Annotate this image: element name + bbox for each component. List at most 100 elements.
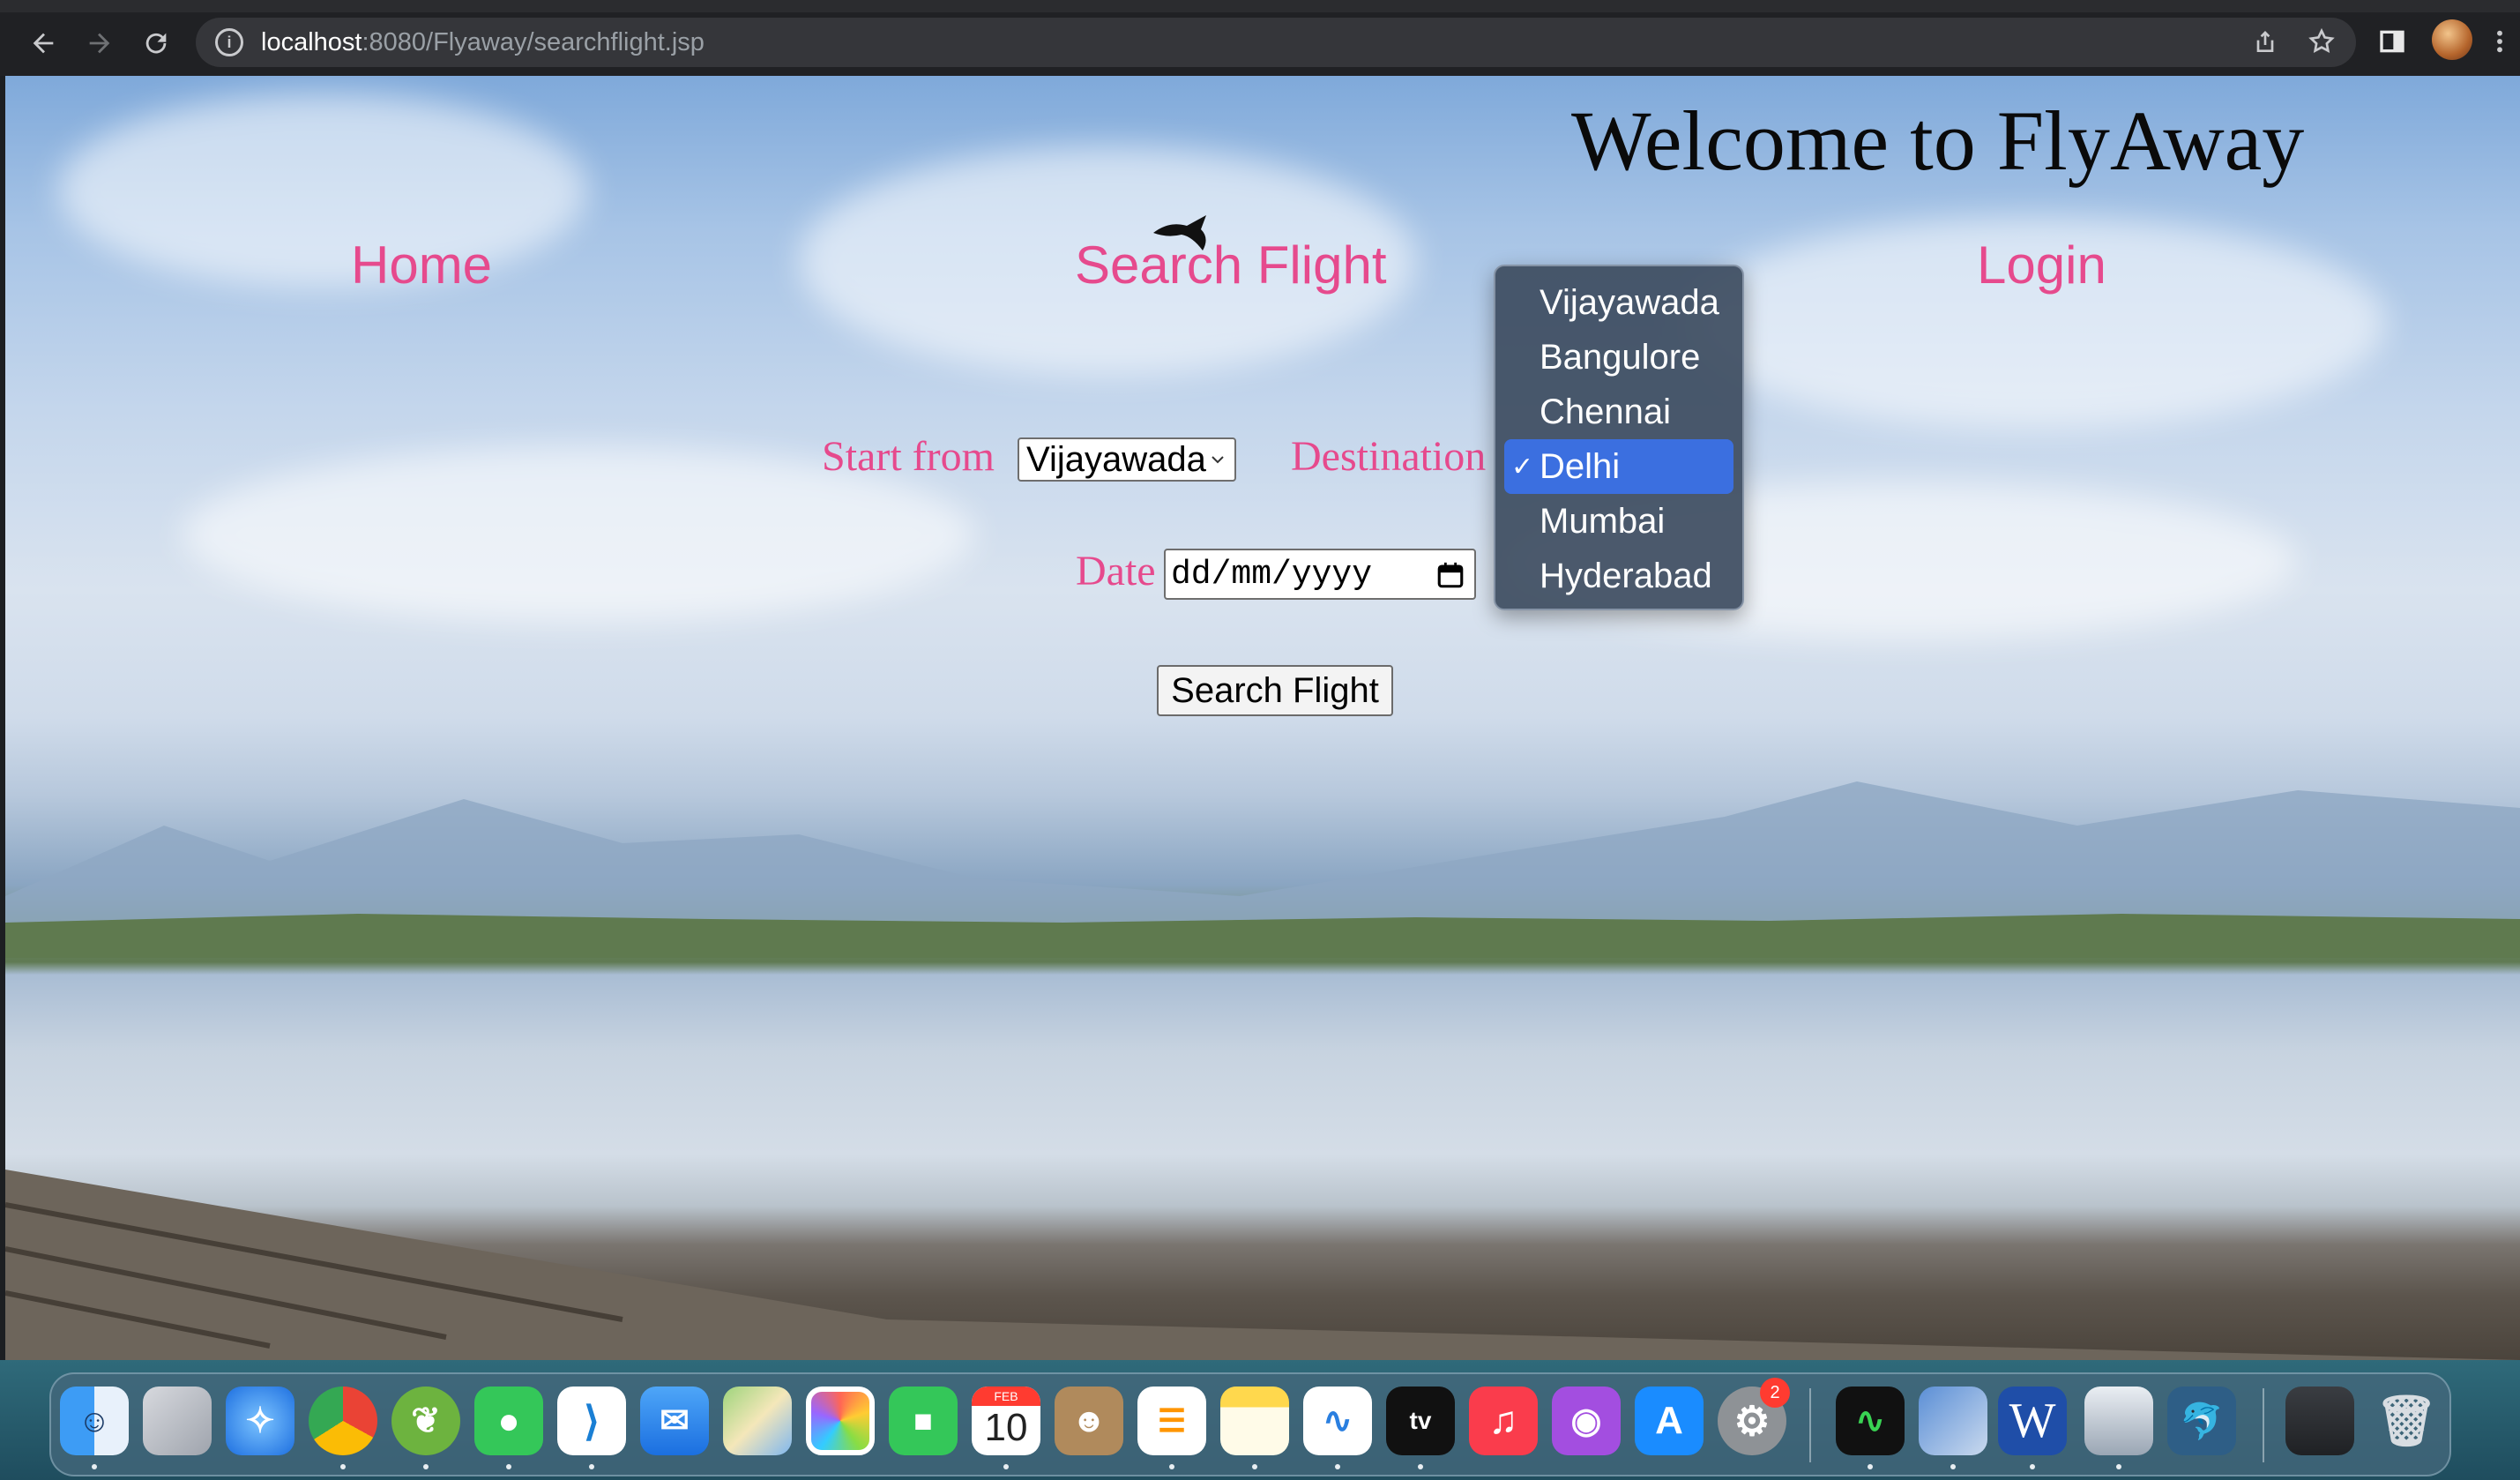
reload-icon (145, 33, 167, 54)
side-panel-icon (2380, 30, 2404, 53)
dropdown-option-selected[interactable]: ✓ Delhi (1504, 439, 1733, 494)
check-icon: ✓ (1511, 452, 1534, 482)
dropdown-option[interactable]: Vijayawada (1504, 275, 1733, 330)
site-info-icon[interactable]: i (215, 28, 243, 56)
arrow-left-icon (33, 33, 54, 54)
downloads-stack-icon[interactable] (2285, 1387, 2354, 1455)
running-indicator (2030, 1464, 2035, 1469)
preview-icon[interactable] (1919, 1387, 1987, 1455)
running-indicator (423, 1464, 429, 1469)
facetime-icon[interactable]: ■ (889, 1387, 958, 1455)
forward-button[interactable] (78, 21, 122, 65)
wooden-deck (5, 1170, 2520, 1360)
running-indicator (1252, 1464, 1257, 1469)
mysql-workbench-icon[interactable]: 🐬 (2167, 1387, 2236, 1455)
tv-label: tv (1409, 1407, 1432, 1434)
apple-tv-icon[interactable]: tv (1386, 1387, 1455, 1455)
reminders-icon[interactable]: ☰ (1137, 1387, 1206, 1455)
music-icon[interactable]: ♫ (1469, 1387, 1538, 1455)
nav-login-link[interactable]: Login (1977, 235, 2106, 295)
disk-utility-icon[interactable] (2084, 1387, 2153, 1455)
vscode-icon[interactable]: ⟩ (557, 1387, 626, 1455)
destination-dropdown[interactable]: Vijayawada Bangulore Chennai ✓ Delhi Mumb… (1494, 265, 1744, 610)
running-indicator (92, 1464, 97, 1469)
arrow-right-icon (89, 33, 110, 54)
podcasts-icon[interactable]: ◉ (1552, 1387, 1621, 1455)
address-bar[interactable]: i localhost:8080/Flyaway/searchflight.js… (196, 18, 2356, 67)
dock-separator (2263, 1388, 2264, 1462)
app-store-icon[interactable]: A (1635, 1387, 1704, 1455)
dropdown-option[interactable]: Chennai (1504, 385, 1733, 439)
side-panel-button[interactable] (2372, 21, 2412, 62)
trash-icon[interactable]: 🗑 (2372, 1387, 2441, 1455)
calendar-app-icon[interactable]: FEB 10 (972, 1387, 1040, 1455)
date-placeholder: dd/mm/yyyy (1171, 555, 1373, 594)
profile-avatar[interactable] (2432, 19, 2472, 60)
activity-monitor-icon[interactable]: ∿ (1836, 1387, 1905, 1455)
running-indicator (1003, 1464, 1009, 1469)
spring-tool-icon[interactable]: ❦ (391, 1387, 460, 1455)
menu-button[interactable] (2486, 21, 2513, 62)
browser-toolbar: i localhost:8080/Flyaway/searchflight.js… (0, 0, 2520, 76)
url-host: localhost (261, 27, 362, 56)
start-from-select[interactable]: Vijayawada (1018, 437, 1236, 482)
start-from-label: Start from (822, 433, 995, 480)
photos-icon[interactable] (806, 1387, 875, 1455)
running-indicator (1169, 1464, 1174, 1469)
running-indicator (1950, 1464, 1956, 1469)
dropdown-option[interactable]: Hyderabad (1504, 549, 1733, 603)
bookmark-button[interactable] (2301, 21, 2342, 62)
running-indicator (340, 1464, 346, 1469)
share-button[interactable] (2245, 21, 2285, 62)
web-page: Welcome to FlyAway Home Search Flight Lo… (5, 76, 2520, 1360)
running-indicator (1335, 1464, 1340, 1469)
date-label: Date (1076, 548, 1156, 594)
notes-icon[interactable] (1220, 1387, 1289, 1455)
running-indicator (589, 1464, 594, 1469)
calendar-icon[interactable] (1435, 560, 1465, 590)
nav-search-flight-link[interactable]: Search Flight (1075, 235, 1387, 295)
cloud (58, 93, 587, 288)
chevron-down-icon (1212, 456, 1224, 464)
finder-icon[interactable]: ☺ (60, 1387, 129, 1455)
freeform-icon[interactable]: ∿ (1303, 1387, 1372, 1455)
reload-button[interactable] (134, 21, 178, 65)
share-icon (2256, 31, 2274, 52)
launchpad-icon[interactable] (143, 1387, 212, 1455)
word-icon[interactable]: W (1998, 1387, 2067, 1455)
destination-label: Destination (1291, 433, 1487, 480)
running-indicator (1418, 1464, 1423, 1469)
date-field[interactable]: dd/mm/yyyy (1164, 549, 1476, 600)
mountains-silhouette (5, 781, 2520, 958)
kebab-menu-icon (2497, 30, 2502, 53)
contacts-icon[interactable]: ☻ (1055, 1387, 1123, 1455)
dropdown-option[interactable]: Bangulore (1504, 330, 1733, 385)
screen: i localhost:8080/Flyaway/searchflight.js… (0, 0, 2520, 1480)
star-icon (2308, 27, 2335, 53)
messages-icon[interactable]: ● (474, 1387, 543, 1455)
back-button[interactable] (21, 21, 65, 65)
tab-strip (0, 0, 2520, 12)
option-label: Hyderabad (1540, 556, 1712, 595)
start-from-value: Vijayawada (1026, 439, 1206, 479)
nav-home-link[interactable]: Home (351, 235, 492, 295)
search-flight-button[interactable]: Search Flight (1157, 665, 1393, 716)
option-label: Mumbai (1540, 501, 1666, 541)
url-path: :8080/Flyaway/searchflight.jsp (362, 27, 705, 56)
option-label: Vijayawada (1540, 282, 1719, 322)
calendar-month: FEB (972, 1387, 1040, 1406)
mail-icon[interactable]: ✉ (640, 1387, 709, 1455)
notification-badge: 2 (1760, 1378, 1790, 1408)
maps-icon[interactable] (723, 1387, 792, 1455)
calendar-day: 10 (984, 1406, 1028, 1449)
option-label: Bangulore (1540, 337, 1701, 377)
page-title: Welcome to FlyAway (1571, 93, 2305, 188)
dropdown-option[interactable]: Mumbai (1504, 494, 1733, 549)
option-label: Chennai (1540, 392, 1672, 431)
dock-separator (1809, 1388, 1811, 1462)
word-letter: W (2009, 1394, 2056, 1448)
running-indicator (2116, 1464, 2121, 1469)
safari-icon[interactable]: ✧ (226, 1387, 294, 1455)
chrome-icon[interactable] (309, 1387, 377, 1455)
running-indicator (506, 1464, 511, 1469)
